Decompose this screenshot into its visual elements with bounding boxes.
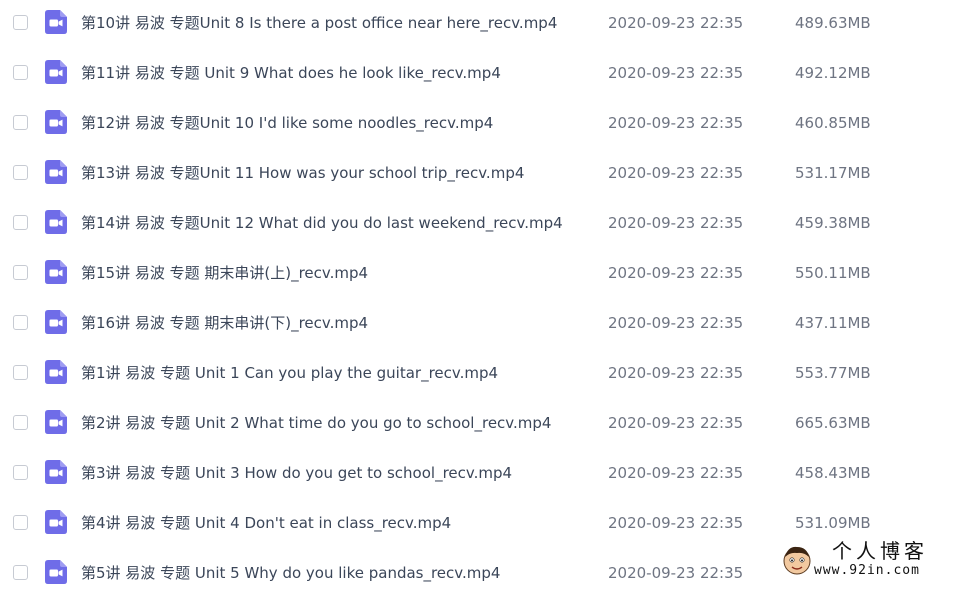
file-size: 665.63MB: [795, 414, 871, 432]
file-modified-date: 2020-09-23 22:35: [608, 64, 744, 82]
video-file-icon: [45, 210, 67, 234]
file-size: 492.12MB: [795, 64, 871, 82]
file-modified-date: 2020-09-23 22:35: [608, 464, 744, 482]
file-size: 550.11MB: [795, 264, 871, 282]
file-name[interactable]: 第2讲 易波 专题 Unit 2 What time do you go to …: [81, 400, 551, 446]
file-size: 553.77MB: [795, 364, 871, 382]
file-name[interactable]: 第1讲 易波 专题 Unit 1 Can you play the guitar…: [81, 350, 498, 396]
video-file-icon: [45, 510, 67, 534]
row-checkbox[interactable]: [13, 465, 28, 480]
file-name[interactable]: 第4讲 易波 专题 Unit 4 Don't eat in class_recv…: [81, 500, 451, 546]
row-checkbox[interactable]: [13, 265, 28, 280]
file-row[interactable]: 第1讲 易波 专题 Unit 1 Can you play the guitar…: [0, 350, 980, 400]
video-file-icon: [45, 60, 67, 84]
row-checkbox[interactable]: [13, 515, 28, 530]
video-file-icon: [45, 10, 67, 34]
file-name[interactable]: 第10讲 易波 专题Unit 8 Is there a post office …: [81, 0, 557, 46]
row-checkbox[interactable]: [13, 215, 28, 230]
file-size: 489.63MB: [795, 14, 871, 32]
file-row[interactable]: 第15讲 易波 专题 期末串讲(上)_recv.mp4 2020-09-23 2…: [0, 250, 980, 300]
file-row[interactable]: 第16讲 易波 专题 期末串讲(下)_recv.mp4 2020-09-23 2…: [0, 300, 980, 350]
row-checkbox[interactable]: [13, 365, 28, 380]
file-name[interactable]: 第15讲 易波 专题 期末串讲(上)_recv.mp4: [81, 250, 368, 296]
file-row[interactable]: 第11讲 易波 专题 Unit 9 What does he look like…: [0, 50, 980, 100]
video-file-icon: [45, 560, 67, 584]
file-size: 531.17MB: [795, 164, 871, 182]
file-size: 459.38MB: [795, 214, 871, 232]
file-row[interactable]: 第3讲 易波 专题 Unit 3 How do you get to schoo…: [0, 450, 980, 500]
video-file-icon: [45, 460, 67, 484]
file-row[interactable]: 第2讲 易波 专题 Unit 2 What time do you go to …: [0, 400, 980, 450]
row-checkbox[interactable]: [13, 115, 28, 130]
file-name[interactable]: 第13讲 易波 专题Unit 11 How was your school tr…: [81, 150, 524, 196]
file-name[interactable]: 第12讲 易波 专题Unit 10 I'd like some noodles_…: [81, 100, 493, 146]
file-modified-date: 2020-09-23 22:35: [608, 164, 744, 182]
file-modified-date: 2020-09-23 22:35: [608, 214, 744, 232]
file-modified-date: 2020-09-23 22:35: [608, 564, 744, 582]
row-checkbox[interactable]: [13, 315, 28, 330]
file-name[interactable]: 第3讲 易波 专题 Unit 3 How do you get to schoo…: [81, 450, 512, 496]
file-name[interactable]: 第14讲 易波 专题Unit 12 What did you do last w…: [81, 200, 563, 246]
video-file-icon: [45, 360, 67, 384]
file-modified-date: 2020-09-23 22:35: [608, 314, 744, 332]
file-modified-date: 2020-09-23 22:35: [608, 114, 744, 132]
watermark-title: 个人博客: [832, 539, 928, 563]
file-size: 458.43MB: [795, 464, 871, 482]
row-checkbox[interactable]: [13, 165, 28, 180]
video-file-icon: [45, 110, 67, 134]
file-name[interactable]: 第11讲 易波 专题 Unit 9 What does he look like…: [81, 50, 501, 96]
row-checkbox[interactable]: [13, 565, 28, 580]
row-checkbox[interactable]: [13, 65, 28, 80]
file-modified-date: 2020-09-23 22:35: [608, 514, 744, 532]
video-file-icon: [45, 310, 67, 334]
cartoon-face-icon: [780, 543, 814, 577]
video-file-icon: [45, 160, 67, 184]
row-checkbox[interactable]: [13, 15, 28, 30]
file-row[interactable]: 第14讲 易波 专题Unit 12 What did you do last w…: [0, 200, 980, 250]
file-modified-date: 2020-09-23 22:35: [608, 264, 744, 282]
watermark-url: www.92in.com: [814, 563, 920, 578]
file-row[interactable]: 第10讲 易波 专题Unit 8 Is there a post office …: [0, 0, 980, 50]
file-name[interactable]: 第16讲 易波 专题 期末串讲(下)_recv.mp4: [81, 300, 368, 346]
file-modified-date: 2020-09-23 22:35: [608, 414, 744, 432]
row-checkbox[interactable]: [13, 415, 28, 430]
file-row[interactable]: 第12讲 易波 专题Unit 10 I'd like some noodles_…: [0, 100, 980, 150]
file-size: 460.85MB: [795, 114, 871, 132]
file-size: 437.11MB: [795, 314, 871, 332]
file-modified-date: 2020-09-23 22:35: [608, 364, 744, 382]
video-file-icon: [45, 260, 67, 284]
video-file-icon: [45, 410, 67, 434]
file-row[interactable]: 第13讲 易波 专题Unit 11 How was your school tr…: [0, 150, 980, 200]
file-name[interactable]: 第5讲 易波 专题 Unit 5 Why do you like pandas_…: [81, 550, 500, 596]
watermark: 个人博客 www.92in.com: [780, 540, 972, 582]
file-modified-date: 2020-09-23 22:35: [608, 14, 744, 32]
